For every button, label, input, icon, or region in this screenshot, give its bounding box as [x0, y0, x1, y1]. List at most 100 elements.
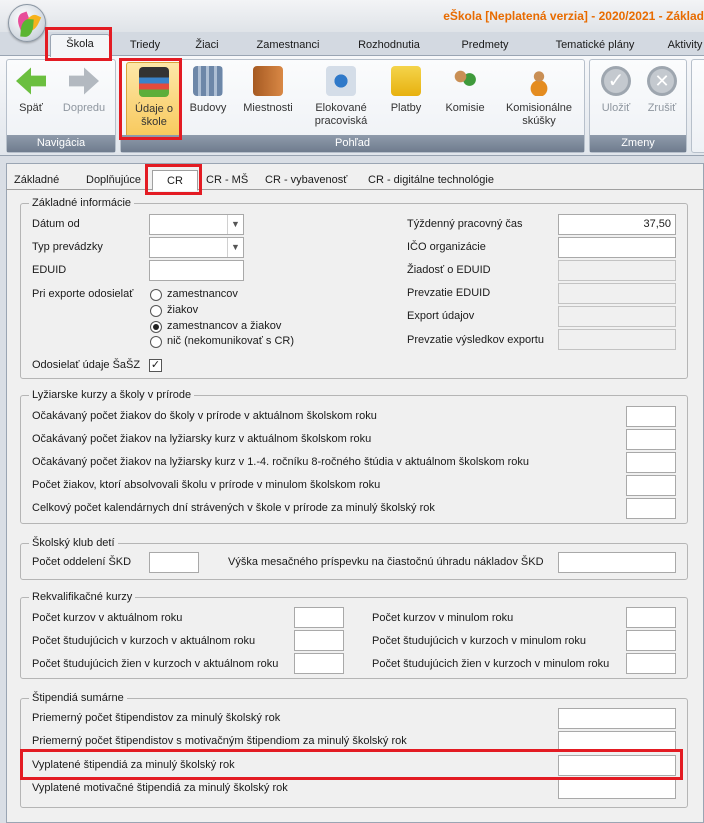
ribbon-tab-aktivity[interactable]: Aktivity	[660, 36, 704, 56]
ski-row-input[interactable]	[626, 475, 676, 496]
ico-input[interactable]	[558, 237, 676, 258]
eduid-takeover-label: Prevzatie EDUID	[407, 287, 491, 299]
skd-departments-input[interactable]	[149, 552, 199, 573]
ski-row-input[interactable]	[626, 429, 676, 450]
stipend-paid-input[interactable]	[558, 755, 676, 776]
eduid-input[interactable]	[149, 260, 244, 281]
stipend-row-input[interactable]	[558, 731, 676, 752]
operation-type-select[interactable]: ▼	[149, 237, 244, 258]
chevron-down-icon[interactable]: ▼	[227, 215, 243, 234]
ribbon-tab-triedy[interactable]: Triedy	[118, 36, 172, 56]
ski-row-input[interactable]	[626, 498, 676, 519]
ribbon-tab-zamestnanci[interactable]: Zamestnanci	[243, 36, 333, 56]
ribbon-tab-rozhodnutia[interactable]: Rozhodnutia	[344, 36, 434, 56]
arrow-left-icon	[16, 67, 46, 95]
radio-students[interactable]	[150, 305, 162, 317]
requal-left-input[interactable]	[294, 630, 344, 651]
stipend-row-input[interactable]	[558, 778, 676, 799]
ribbon-tab-tematicke-plany[interactable]: Tematické plány	[540, 36, 650, 56]
requal-left-input[interactable]	[294, 607, 344, 628]
payments-button[interactable]: Platby	[383, 62, 429, 136]
skd-fee-label: Výška mesačného príspevku na čiastočnú ú…	[228, 556, 544, 568]
export-send-label: Pri exporte odosielať	[32, 288, 134, 300]
requal-right-label: Počet kurzov v minulom roku	[372, 612, 514, 624]
eduid-request-field	[558, 260, 676, 281]
subtab-cr[interactable]: CR	[152, 170, 198, 191]
back-button[interactable]: Späť	[11, 62, 51, 136]
ribbon-tab-predmety[interactable]: Predmety	[450, 36, 520, 56]
cancel-button[interactable]: Zrušiť	[640, 62, 684, 136]
committees-button[interactable]: Komisie	[439, 62, 491, 136]
send-sasz-checkbox[interactable]: ✓	[149, 359, 162, 372]
chevron-down-icon[interactable]: ▼	[227, 238, 243, 257]
subtab-cr-ms[interactable]: CR - MŠ	[206, 173, 258, 190]
send-sasz-label: Odosielať údaje ŠaŠZ	[32, 359, 141, 371]
app-logo[interactable]	[8, 4, 46, 42]
save-button[interactable]: Uložiť	[594, 62, 638, 136]
operation-type-label: Typ prevádzky	[32, 241, 103, 253]
ribbon-tab-skola[interactable]: Škola	[50, 34, 110, 57]
stipend-row-input[interactable]	[558, 708, 676, 729]
ski-row-input[interactable]	[626, 406, 676, 427]
skd-fee-input[interactable]	[558, 552, 676, 573]
eduid-label: EDUID	[32, 264, 67, 276]
stipend-row-label: Priemerný počet štipendistov s motivačný…	[32, 735, 407, 747]
door-icon	[253, 66, 283, 96]
radio-none[interactable]	[150, 336, 162, 348]
title-bar: eŠkola [Neplatená verzia] - 2020/2021 - …	[0, 0, 704, 32]
group-zmeny: Uložiť Zrušiť Zmeny	[589, 59, 687, 153]
school-data-button[interactable]: Údaje o škole	[126, 62, 182, 138]
ico-label: IČO organizácie	[407, 241, 486, 253]
window-title: eŠkola [Neplatená verzia] - 2020/2021 - …	[443, 9, 704, 23]
weekly-time-label: Týždenný pracovný čas	[407, 218, 523, 230]
requal-left-label: Počet študujúcich v kurzoch v aktuálnom …	[32, 635, 256, 647]
radio-none-label: nič (nekomunikovať s CR)	[167, 335, 294, 347]
radio-employees-and-students[interactable]	[150, 321, 162, 333]
eduid-takeover-field	[558, 283, 676, 304]
group-label-pohlad: Pohľad	[121, 135, 584, 152]
subtab-cr-vybavenost[interactable]: CR - vybavenosť	[265, 173, 361, 190]
requal-right-label: Počet študujúcich žien v kurzoch v minul…	[372, 658, 610, 670]
forward-button[interactable]: Dopredu	[55, 62, 113, 136]
export-results-field	[558, 329, 676, 350]
ribbon-tab-ziaci[interactable]: Žiaci	[180, 36, 234, 56]
ski-courses-legend: Lyžiarske kurzy a školy v prírode	[29, 389, 195, 401]
subtab-doplnujuce[interactable]: Doplňujúce	[86, 173, 152, 190]
user-exam-icon	[524, 66, 554, 96]
group-label-zmeny: Zmeny	[590, 135, 686, 152]
requal-right-input[interactable]	[626, 630, 676, 651]
export-data-field	[558, 306, 676, 327]
requal-right-input[interactable]	[626, 607, 676, 628]
date-from-input[interactable]: ▼	[149, 214, 244, 235]
graduation-cap-icon	[139, 67, 169, 97]
requal-right-input[interactable]	[626, 653, 676, 674]
rooms-button[interactable]: Miestnosti	[237, 62, 299, 136]
radio-employees[interactable]	[150, 289, 162, 301]
group-label-navigacia: Navigácia	[7, 135, 115, 152]
commission-exams-button[interactable]: Komisionálne skúšky	[497, 62, 581, 136]
arrow-right-icon	[69, 67, 99, 95]
close-icon	[647, 66, 677, 96]
ribbon: Späť Dopredu Navigácia Údaje o škole Bud…	[0, 56, 704, 156]
ski-row-input[interactable]	[626, 452, 676, 473]
radio-both-label: zamestnancov a žiakov	[167, 320, 282, 332]
buildings-button[interactable]: Budovy	[185, 62, 231, 136]
stipend-legend: Štipendiá sumárne	[29, 692, 127, 704]
basic-info-legend: Základné informácie	[29, 197, 135, 209]
building-icon	[193, 66, 223, 96]
detached-workplaces-button[interactable]: Elokované pracoviská	[305, 62, 377, 136]
ski-row-label: Celkový počet kalendárnych dní strávenýc…	[32, 502, 435, 514]
ski-row-label: Očakávaný počet žiakov do školy v prírod…	[32, 410, 377, 422]
subtab-zakladne[interactable]: Základné	[14, 173, 74, 190]
ski-row-label: Očakávaný počet žiakov na lyžiarsky kurz…	[32, 456, 530, 468]
requal-legend: Rekvalifikačné kurzy	[29, 591, 136, 603]
export-data-label: Export údajov	[407, 310, 475, 322]
map-location-icon	[326, 66, 356, 96]
group-clipped	[691, 59, 704, 153]
eduid-request-label: Žiadosť o EDUID	[407, 264, 491, 276]
weekly-time-input[interactable]: 37,50	[558, 214, 676, 235]
requal-left-input[interactable]	[294, 653, 344, 674]
subtab-cr-digitalne[interactable]: CR - digitálne technológie	[368, 173, 528, 190]
group-pohlad: Údaje o škole Budovy Miestnosti Elokovan…	[120, 59, 585, 153]
subtabs: Základné Doplňujúce CR CR - MŠ CR - vyba…	[6, 168, 704, 191]
